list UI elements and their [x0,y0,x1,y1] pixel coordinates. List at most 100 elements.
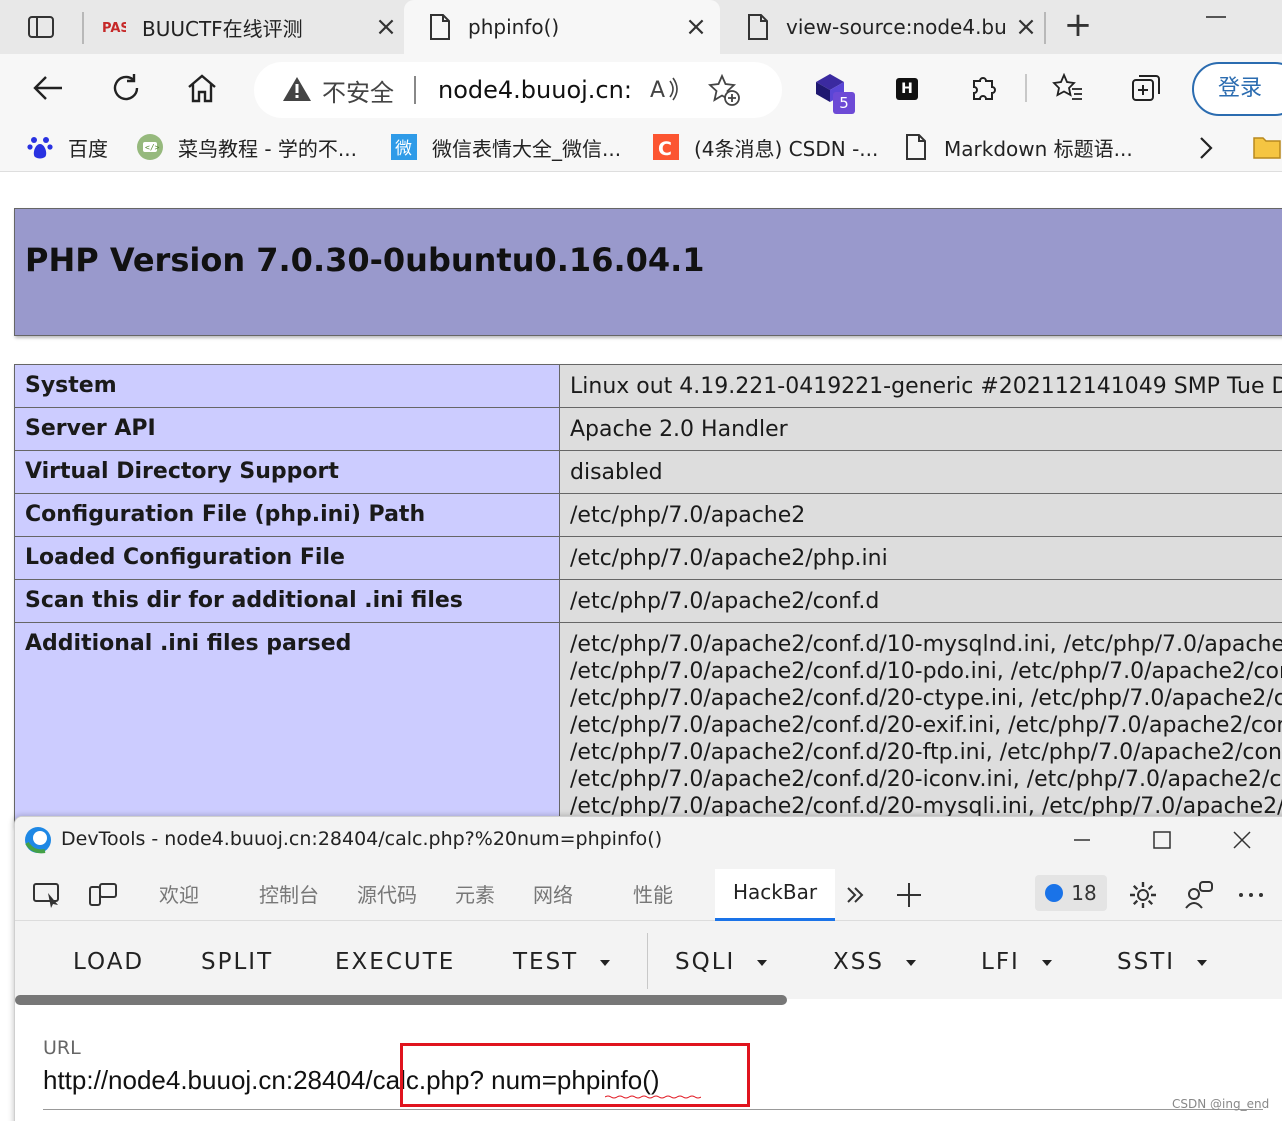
ssti-label: SSTI [1117,949,1176,975]
address-divider [414,76,416,104]
xss-label: XSS [833,949,884,975]
close-icon[interactable]: × [682,12,710,42]
devtools-title: DevTools - node4.buuoj.cn:28404/calc.php… [61,828,663,850]
caret-down-icon [905,959,916,966]
settings-gear-icon[interactable] [1127,879,1159,911]
back-arrow-icon[interactable] [30,70,66,106]
table-row: System Linux out 4.19.221-0419221-generic… [14,364,1282,408]
value-line: /etc/php/7.0/apache2/conf.d/20-exif.ini,… [570,713,1282,738]
close-icon[interactable]: × [372,12,400,42]
bookmark-csdn[interactable]: C (4条消息) CSDN -... [652,132,878,162]
hackbar-toolbar: LOAD SPLIT EXECUTE TEST SQLI XSS LFI SST… [15,921,1282,999]
watermark: CSDN @ing_end [1172,1097,1270,1111]
value-line: /etc/php/7.0/apache2/conf.d/10-pdo.ini, … [570,659,1282,684]
tab-sources[interactable]: 源代码 [357,879,417,908]
tab-buuctf[interactable]: PAS BUUCTF在线评测 × [100,0,400,54]
row-value: /etc/php/7.0/apache2/php.ini [559,536,1282,580]
caret-down-icon [757,959,768,966]
add-tool-plus-icon[interactable] [893,879,925,911]
xss-dropdown[interactable]: XSS [833,949,916,975]
minimize-icon[interactable] [1069,827,1095,853]
more-tabs-chevron-icon[interactable] [839,879,871,911]
tab-view-source[interactable]: view-source:node4.bu × [744,0,1040,54]
url-text[interactable]: node4.buuoj.cn:... [438,76,634,104]
refresh-icon[interactable] [108,70,144,106]
tab-actions-icon[interactable] [26,12,56,42]
bookmark-label: 菜鸟教程 - 学的不... [178,136,358,161]
value-line: /etc/php/7.0/apache2/conf.d/20-ftp.ini, … [570,740,1282,765]
toolbar-separator [647,933,648,989]
folder-icon[interactable] [1252,133,1282,161]
row-value: /etc/php/7.0/apache2 [559,493,1282,537]
page-icon [902,133,930,161]
tab-console[interactable]: 控制台 [259,879,319,908]
row-value: Linux out 4.19.221-0419221-generic #2021… [559,364,1282,408]
close-icon[interactable] [1229,827,1255,853]
address-bar[interactable]: 不安全 node4.buuoj.cn:... A [254,62,782,118]
home-icon[interactable] [184,70,220,106]
bookmark-label: 百度 [68,136,108,161]
tab-performance[interactable]: 性能 [633,879,673,908]
load-button[interactable]: LOAD [73,949,144,975]
lfi-dropdown[interactable]: LFI [981,949,1052,975]
tab-network[interactable]: 网络 [533,879,573,908]
chevron-right-icon[interactable] [1194,134,1218,162]
favorites-icon[interactable] [1050,70,1086,106]
table-row: Configuration File (php.ini) Path/etc/ph… [14,493,1282,537]
devtools-window: DevTools - node4.buuoj.cn:28404/calc.php… [14,816,1282,1121]
new-tab-button[interactable]: + [1062,8,1094,42]
page-icon [426,13,454,41]
row-key: Scan this dir for additional .ini files [14,579,560,623]
bookmark-label: Markdown 标题语... [944,136,1133,161]
feedback-people-icon[interactable] [1183,879,1215,911]
row-key: Additional .ini files parsed [14,622,560,827]
test-label: TEST [513,949,579,975]
minimize-icon[interactable] [1206,16,1226,18]
split-button[interactable]: SPLIT [201,949,273,975]
bookmark-runoob[interactable]: </> 菜鸟教程 - 学的不... [136,132,357,162]
value-line: disabled [570,460,663,485]
bookmark-wechat-emoji[interactable]: 微 微信表情大全_微信... [390,132,621,162]
browser-toolbar: 不安全 node4.buuoj.cn:... A 5 H 登录 [0,54,1282,124]
execute-button[interactable]: EXECUTE [335,949,455,975]
tab-welcome[interactable]: 欢迎 [159,879,199,908]
horizontal-scrollbar[interactable] [15,995,787,1005]
value-line: Linux out 4.19.221-0419221-generic #2021… [570,374,1282,399]
tab-hackbar[interactable]: HackBar [715,869,836,921]
inspect-element-icon[interactable] [31,879,63,911]
test-dropdown[interactable]: TEST [513,949,611,975]
bookmark-markdown[interactable]: Markdown 标题语... [902,132,1133,162]
bookmark-baidu[interactable]: 百度 [26,132,108,162]
collections-icon[interactable] [1128,70,1164,106]
more-options-icon[interactable] [1235,879,1267,911]
device-emulation-icon[interactable] [87,879,119,911]
buuctf-logo-icon: PAS [100,13,128,41]
maximize-icon[interactable] [1149,827,1175,853]
tab-title: BUUCTF在线评测 [142,16,303,41]
tab-phpinfo[interactable]: phpinfo() × [404,0,720,54]
add-favorite-icon[interactable] [707,73,740,106]
close-icon[interactable]: × [1012,12,1040,42]
tab-separator [82,12,84,44]
sqli-dropdown[interactable]: SQLI [675,949,768,975]
read-aloud-icon[interactable]: A [650,75,680,105]
page-icon [744,13,772,41]
tab-title: phpinfo() [468,15,560,39]
tab-elements[interactable]: 元素 [455,879,495,908]
issues-counter[interactable]: 18 [1035,875,1107,911]
wechat-emoji-site-icon: 微 [390,133,418,161]
extension-badge: 5 [833,92,855,114]
hackbar-extension-icon[interactable]: H [896,78,918,100]
login-button[interactable]: 登录 [1192,62,1282,116]
extensions-puzzle-icon[interactable] [966,70,1002,106]
row-value: /etc/php/7.0/apache2/conf.d [559,579,1282,623]
table-row: Additional .ini files parsed/etc/php/7.0… [14,622,1282,827]
devtools-tabbar: 欢迎 控制台 源代码 元素 网络 性能 HackBar 18 [15,863,1282,921]
caret-down-icon [1041,959,1052,966]
not-secure-label[interactable]: 不安全 [322,73,394,108]
svg-text:</>: </> [145,143,160,152]
value-line: /etc/php/7.0/apache2/conf.d/10-mysqlnd.i… [570,632,1282,657]
page-title: PHP Version 7.0.30-0ubuntu0.16.04.1 [25,241,705,279]
ssti-dropdown[interactable]: SSTI [1117,949,1208,975]
warning-icon[interactable] [282,75,312,105]
